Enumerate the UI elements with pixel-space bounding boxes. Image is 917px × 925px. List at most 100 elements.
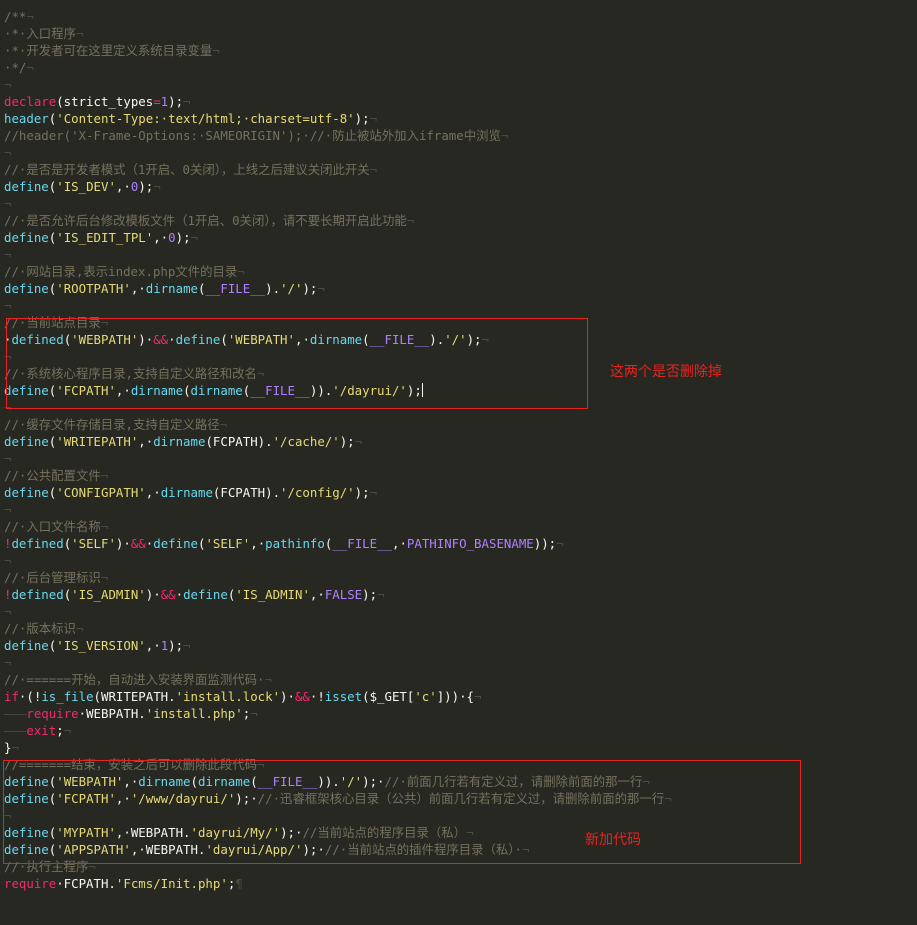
code-line[interactable]: }¬ (4, 739, 672, 756)
code-function: pathinfo (265, 536, 325, 551)
code-string: 'IS_ADMIN' (71, 587, 146, 602)
code-number: 0 (168, 230, 176, 245)
code-line[interactable]: ¬ (4, 654, 672, 671)
code-line[interactable]: ¬ (4, 195, 672, 212)
code-line[interactable]: ¬ (4, 552, 672, 569)
code-text: ,· (392, 536, 407, 551)
code-line[interactable]: ·*/¬ (4, 59, 672, 76)
code-keyword: && (294, 689, 310, 704)
code-line[interactable]: ¬ (4, 603, 672, 620)
code-line[interactable]: //·入口文件名称¬ (4, 518, 672, 535)
code-comment: //·公共配置文件 (4, 468, 101, 483)
code-text: ·FCPATH. (56, 876, 116, 891)
code-line[interactable]: //·后台管理标识¬ (4, 569, 672, 586)
code-text: · (175, 587, 184, 602)
code-text: )); (533, 536, 557, 551)
code-line[interactable]: !defined('IS_ADMIN')·&&·define('IS_ADMIN… (4, 586, 672, 603)
whitespace-marker: ¬ (212, 43, 220, 58)
code-line[interactable]: ·*·入口程序¬ (4, 25, 672, 42)
code-editor[interactable]: /**¬ ·*·入口程序¬ ·*·开发者可在这里定义系统目录变量¬ ·*/¬ ¬ decl… (0, 0, 917, 925)
whitespace-marker: ¬ (369, 162, 378, 177)
whitespace-marker: ¬ (4, 655, 12, 670)
code-function: define (183, 587, 228, 602)
code-comment: //·版本标识 (4, 621, 76, 636)
code-string: '/' (280, 281, 303, 296)
code-constant: __FILE__ (332, 536, 392, 551)
code-constant: PATHINFO_BASENAME (406, 536, 534, 551)
code-line[interactable]: /**¬ (4, 8, 672, 25)
code-line[interactable]: define('WRITEPATH',·dirname(FCPATH).'/ca… (4, 433, 672, 450)
code-constant: FALSE (324, 587, 363, 602)
code-line[interactable]: ¬ (4, 501, 672, 518)
code-line[interactable]: declare(strict_types=1);¬ (4, 93, 672, 110)
code-line[interactable]: header('Content-Type:·text/html;·charset… (4, 110, 672, 127)
code-string: '/cache/' (272, 434, 340, 449)
code-line[interactable]: define('IS_DEV',·0);¬ (4, 178, 672, 195)
code-comment: /** (4, 9, 27, 24)
code-line[interactable]: ·*·开发者可在这里定义系统目录变量¬ (4, 42, 672, 59)
whitespace-marker: ¬ (264, 672, 272, 687)
code-string: 'SELF' (205, 536, 251, 551)
code-line[interactable]: define('CONFIGPATH',·dirname(FCPATH).'/c… (4, 484, 672, 501)
code-line[interactable]: //·是否允许后台修改模板文件（1开启、0关闭），请不要长期开启此功能¬ (4, 212, 672, 229)
code-line[interactable]: //·======开始，自动进入安装界面监测代码·¬ (4, 671, 672, 688)
code-string: 'SELF' (71, 536, 116, 551)
whitespace-marker: ¬ (4, 77, 12, 92)
code-text: ,· (309, 587, 325, 602)
whitespace-marker: ——— (4, 706, 27, 721)
whitespace-marker: ¬ (75, 621, 84, 636)
code-line[interactable]: //header('X-Frame-Options:·SAMEORIGIN');… (4, 127, 672, 144)
code-string: 'IS_ADMIN' (235, 587, 310, 602)
code-text: ,· (153, 230, 169, 245)
code-text: ,· (115, 179, 131, 194)
code-text: )· (145, 587, 161, 602)
code-text: ); (168, 638, 184, 653)
code-comment: ·*·入口程序 (4, 26, 76, 41)
code-line[interactable]: define('IS_EDIT_TPL',·0);¬ (4, 229, 672, 246)
code-line[interactable]: ¬ (4, 297, 672, 314)
whitespace-marker: ¬ (100, 468, 109, 483)
whitespace-marker: ¬ (369, 111, 378, 126)
code-line[interactable]: ¬ (4, 144, 672, 161)
whitespace-marker: ¬ (250, 706, 258, 721)
whitespace-marker: ¬ (4, 196, 12, 211)
code-line[interactable]: ———exit;¬ (4, 722, 672, 739)
code-function: define (4, 230, 49, 245)
code-line[interactable]: !defined('SELF')·&&·define('SELF',·pathi… (4, 535, 672, 552)
whitespace-marker: ¬ (4, 298, 12, 313)
code-comment: //·======开始，自动进入安装界面监测代码· (4, 672, 265, 687)
code-line[interactable]: if·(!is_file(WRITEPATH.'install.lock')·&… (4, 688, 672, 705)
code-line[interactable]: define('IS_VERSION',·1);¬ (4, 637, 672, 654)
code-line[interactable]: ¬ (4, 450, 672, 467)
code-line[interactable]: //·网站目录,表示index.php文件的目录¬ (4, 263, 672, 280)
code-line[interactable]: ———require·WEBPATH.'install.php';¬ (4, 705, 672, 722)
code-line[interactable]: ¬ (4, 76, 672, 93)
whitespace-marker: ——— (4, 723, 27, 738)
code-string: 'IS_EDIT_TPL' (56, 230, 154, 245)
code-line[interactable]: ¬ (4, 246, 672, 263)
code-text: ); (175, 230, 191, 245)
code-function: isset (324, 689, 363, 704)
code-string: 'IS_DEV' (56, 179, 116, 194)
code-line[interactable]: //·版本标识¬ (4, 620, 672, 637)
code-keyword: require (26, 706, 79, 721)
code-line[interactable]: //·缓存文件存储目录,支持自定义路径¬ (4, 416, 672, 433)
code-text: (WRITEPATH. (93, 689, 176, 704)
whitespace-marker: ¬ (556, 536, 564, 551)
whitespace-marker: ¬ (4, 604, 12, 619)
code-line[interactable]: //·是否是开发者模式（1开启、0关闭），上线之后建议关闭此开关¬ (4, 161, 672, 178)
code-string: 'ROOTPATH' (56, 281, 131, 296)
code-function: define (4, 281, 49, 296)
code-function: define (153, 536, 198, 551)
code-function: dirname (145, 281, 198, 296)
code-constant: __FILE__ (205, 281, 266, 296)
whitespace-marker: ¬ (75, 26, 84, 41)
code-text: (FCPATH). (205, 434, 273, 449)
whitespace-marker: ¬ (474, 689, 482, 704)
code-line[interactable]: define('ROOTPATH',·dirname(__FILE__).'/'… (4, 280, 672, 297)
whitespace-marker: ¬ (4, 502, 12, 517)
code-line[interactable]: require·FCPATH.'Fcms/Init.php';¶ (4, 875, 672, 892)
code-text: ·(! (18, 689, 42, 704)
code-line[interactable]: //·公共配置文件¬ (4, 467, 672, 484)
code-text: ); (138, 179, 154, 194)
